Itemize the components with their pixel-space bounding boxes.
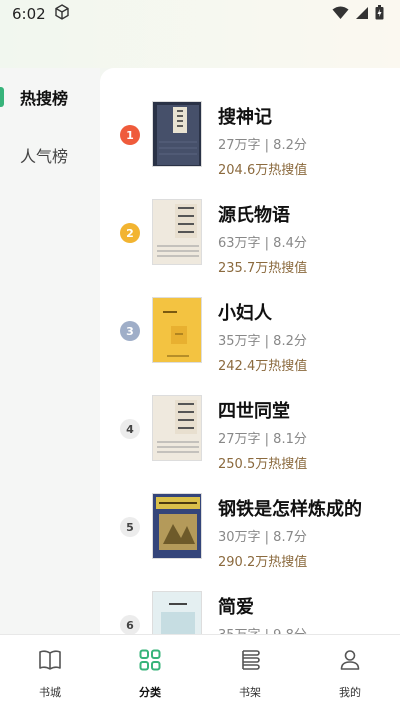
- tab-profile[interactable]: 我的: [300, 635, 400, 711]
- book-cover[interactable]: [152, 591, 202, 634]
- book-hot-value: 235.7万热搜值: [218, 261, 308, 276]
- tab-bookstore[interactable]: 书城: [0, 635, 100, 711]
- tab-label: 书城: [39, 686, 61, 699]
- book-title[interactable]: 小妇人: [218, 299, 272, 325]
- list-item[interactable]: 1 搜神记 27万字 | 8.2分 204.6万热搜值: [100, 101, 400, 199]
- book-title[interactable]: 钢铁是怎样炼成的: [218, 495, 362, 521]
- book-meta: 63万字 | 8.4分: [218, 236, 307, 251]
- book-hot-value: 204.6万热搜值: [218, 163, 308, 178]
- ranking-sidebar: 热搜榜 人气榜: [0, 68, 100, 634]
- status-bar: 6:02: [0, 0, 400, 28]
- book-title[interactable]: 搜神记: [218, 103, 272, 129]
- signal-icon: [355, 5, 369, 24]
- book-meta: 27万字 | 8.1分: [218, 432, 307, 447]
- book-hot-value: 242.4万热搜值: [218, 359, 308, 374]
- book-cover[interactable]: [152, 199, 202, 265]
- book-meta: 35万字 | 8.2分: [218, 334, 307, 349]
- status-time: 6:02: [12, 5, 46, 23]
- rank-badge: 3: [120, 321, 140, 341]
- rank-badge: 6: [120, 615, 140, 634]
- book-meta: 35万字 | 9.8分: [218, 624, 307, 634]
- book-meta: 27万字 | 8.2分: [218, 138, 307, 153]
- sidebar-item-label: 人气榜: [20, 147, 69, 166]
- wifi-icon: [332, 5, 349, 24]
- status-right: [332, 4, 384, 24]
- tab-bookshelf[interactable]: 书架: [200, 635, 300, 711]
- grid-icon: [139, 649, 161, 674]
- rank-badge: 5: [120, 517, 140, 537]
- list-item[interactable]: 6 简爱 35万字 | 9.8分: [100, 591, 400, 634]
- book-cover[interactable]: [152, 395, 202, 461]
- tab-label: 书架: [239, 686, 261, 699]
- bottom-tab-bar: 书城 分类 书架 我的: [0, 634, 400, 711]
- list-item[interactable]: 4 四世同堂 27万字 | 8.1分 250.5万热搜值: [100, 395, 400, 493]
- book-list: 1 搜神记 27万字 | 8.2分 204.6万热搜值 2 源氏物语 6 3万字 …: [100, 68, 400, 634]
- sidebar-item-label: 热搜榜: [20, 89, 69, 108]
- tab-label: 我的: [339, 686, 361, 699]
- book-hot-value: 250.5万热搜值: [218, 457, 308, 472]
- tab-category[interactable]: 分类: [100, 635, 200, 711]
- book-title[interactable]: 四世同堂: [218, 397, 290, 423]
- sidebar-item-hot-search[interactable]: 热搜榜: [0, 68, 100, 126]
- list-item[interactable]: 5 钢铁是怎样炼成的 30万字 | 8.7分 290.2万热搜值: [100, 493, 400, 591]
- book-cover[interactable]: [152, 101, 202, 167]
- rank-badge: 1: [120, 125, 140, 145]
- book-cover[interactable]: [152, 493, 202, 559]
- battery-icon: [375, 4, 384, 24]
- sidebar-item-popularity[interactable]: 人气榜: [0, 126, 100, 184]
- book-cover[interactable]: [152, 297, 202, 363]
- list-item[interactable]: 3 小妇人 35万字 | 8.2分 242.4万热搜值: [100, 297, 400, 395]
- book-hot-value: 290.2万热搜值: [218, 555, 308, 570]
- active-indicator: [0, 87, 4, 107]
- header-background: [0, 28, 400, 68]
- book-title[interactable]: 源氏物语: [218, 201, 290, 227]
- tab-label: 分类: [139, 686, 161, 699]
- rank-badge: 4: [120, 419, 140, 439]
- rank-badge: 2: [120, 223, 140, 243]
- list-item[interactable]: 2 源氏物语 63万字 | 8.4分 235.7万热搜值: [100, 199, 400, 297]
- shelf-icon: [239, 649, 261, 674]
- cube-icon: [54, 4, 70, 24]
- book-title[interactable]: 简爱: [218, 593, 254, 619]
- status-left: 6:02: [12, 4, 70, 24]
- book-open-icon: [38, 649, 62, 674]
- book-meta: 30万字 | 8.7分: [218, 530, 307, 545]
- person-icon: [339, 649, 361, 674]
